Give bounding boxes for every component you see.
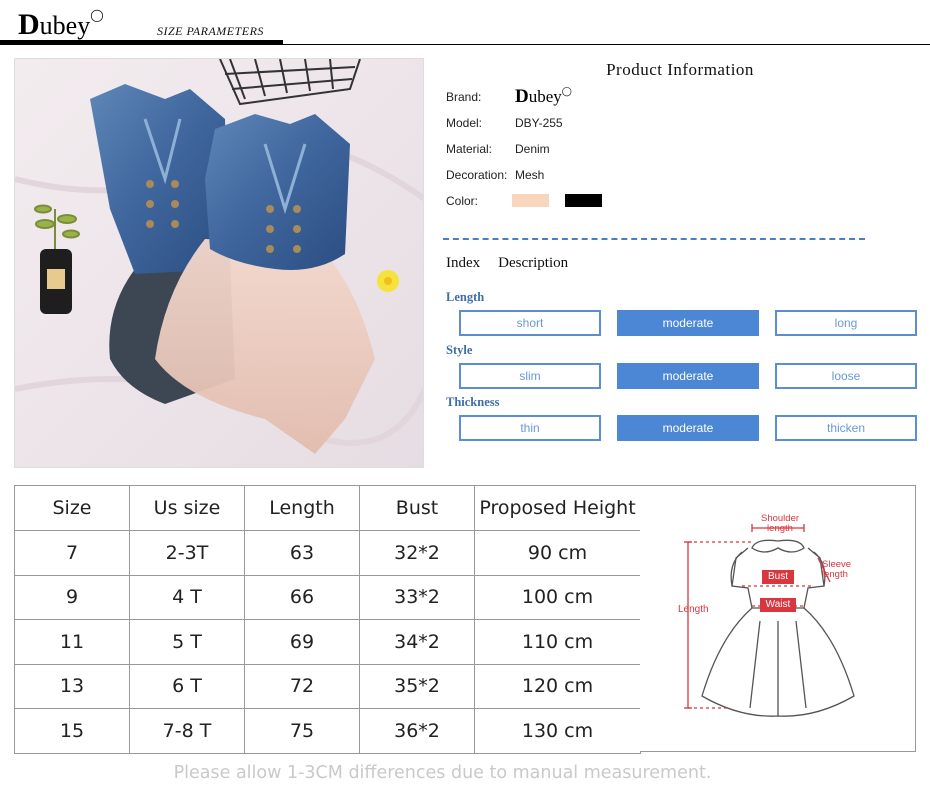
cell-height: 110 cm [474,619,641,665]
cell-us-size: 4 T [129,574,245,620]
thickness-option-thicken: thicken [775,415,917,441]
length-diagram-label: Length [678,604,709,615]
index-label: Index [446,255,481,271]
header-bar-thick [0,40,283,45]
measurement-note: Please allow 1-3CM differences due to ma… [173,763,712,783]
decoration-row: Decoration: Mesh [446,168,544,182]
product-info-title: Product Information [606,60,754,79]
brand-label: Brand: [446,90,482,104]
sleeve-length-label: Sleeve length [822,559,852,580]
cell-size: 13 [14,663,130,709]
table-row: 9 4 T 66 33*2 100 cm [14,574,641,620]
page-header: Dubey◯ SIZE PARAMETERS [0,0,930,48]
bust-label: Bust [767,571,788,582]
model-label: Model: [446,116,483,130]
header-rule [283,44,930,45]
waist-label: Waist [765,599,791,610]
material-row: Material: Denim [446,142,550,156]
cell-height: 100 cm [474,574,641,620]
header-size: Size [14,485,130,531]
cell-size: 9 [14,574,130,620]
cell-us-size: 5 T [129,619,245,665]
cell-bust: 36*2 [359,708,475,754]
length-option-short: short [459,310,601,336]
cell-length: 63 [244,530,360,576]
cell-size: 7 [14,530,130,576]
length-option-moderate: moderate [617,310,759,336]
brand-row: Brand: [446,90,515,104]
cell-length: 75 [244,708,360,754]
model-value: DBY-255 [515,116,563,130]
cell-us-size: 7-8 T [129,708,245,754]
cell-length: 72 [244,663,360,709]
cell-height: 120 cm [474,663,641,709]
cell-size: 15 [14,708,130,754]
cell-bust: 34*2 [359,619,475,665]
size-table: Size Us size Length Bust Proposed Height… [14,485,641,754]
style-option-loose: loose [775,363,917,389]
brand-value-logo: Dubey◯ [515,86,572,107]
thickness-option-thin: thin [459,415,601,441]
material-label: Material: [446,142,493,156]
thickness-option-moderate: moderate [617,415,759,441]
color-swatch-black [565,194,602,207]
shoulder-length-label: Shoulder length [760,513,800,534]
cell-bust: 35*2 [359,663,475,709]
color-row: Color: [446,194,515,208]
header-length: Length [244,485,360,531]
header-bust: Bust [359,485,475,531]
brand-logo: Dubey◯ [18,8,104,41]
decoration-value: Mesh [515,168,545,182]
cell-length: 69 [244,619,360,665]
style-option-moderate: moderate [617,363,759,389]
table-row: 11 5 T 69 34*2 110 cm [14,619,641,665]
measurement-diagram: Shoulder length Sleeve length Bust Waist… [640,485,916,752]
material-value: Denim [515,142,550,156]
decoration-label: Decoration: [446,168,508,182]
cell-bust: 33*2 [359,574,475,620]
cell-us-size: 2-3T [129,530,245,576]
cell-height: 130 cm [474,708,641,754]
color-label: Color: [446,194,479,208]
length-label: Length [446,290,485,304]
product-photo [14,58,424,468]
table-row: 7 2-3T 63 32*2 90 cm [14,530,641,576]
style-label: Style [446,343,473,357]
cell-us-size: 6 T [129,663,245,709]
thickness-label: Thickness [446,395,500,409]
cell-bust: 32*2 [359,530,475,576]
table-header-row: Size Us size Length Bust Proposed Height [14,485,641,531]
style-option-slim: slim [459,363,601,389]
header-us-size: Us size [129,485,245,531]
table-row: 15 7-8 T 75 36*2 130 cm [14,708,641,754]
cell-length: 66 [244,574,360,620]
model-row: Model: DBY-255 [446,116,563,130]
cell-height: 90 cm [474,530,641,576]
table-row: 13 6 T 72 35*2 120 cm [14,663,641,709]
cell-size: 11 [14,619,130,665]
section-title: SIZE PARAMETERS [157,24,264,38]
header-proposed-height: Proposed Height [474,485,641,531]
length-option-long: long [775,310,917,336]
index-header: Index Description [446,255,586,272]
color-swatch-peach [512,194,549,207]
description-label: Description [498,255,569,271]
divider [443,238,865,240]
